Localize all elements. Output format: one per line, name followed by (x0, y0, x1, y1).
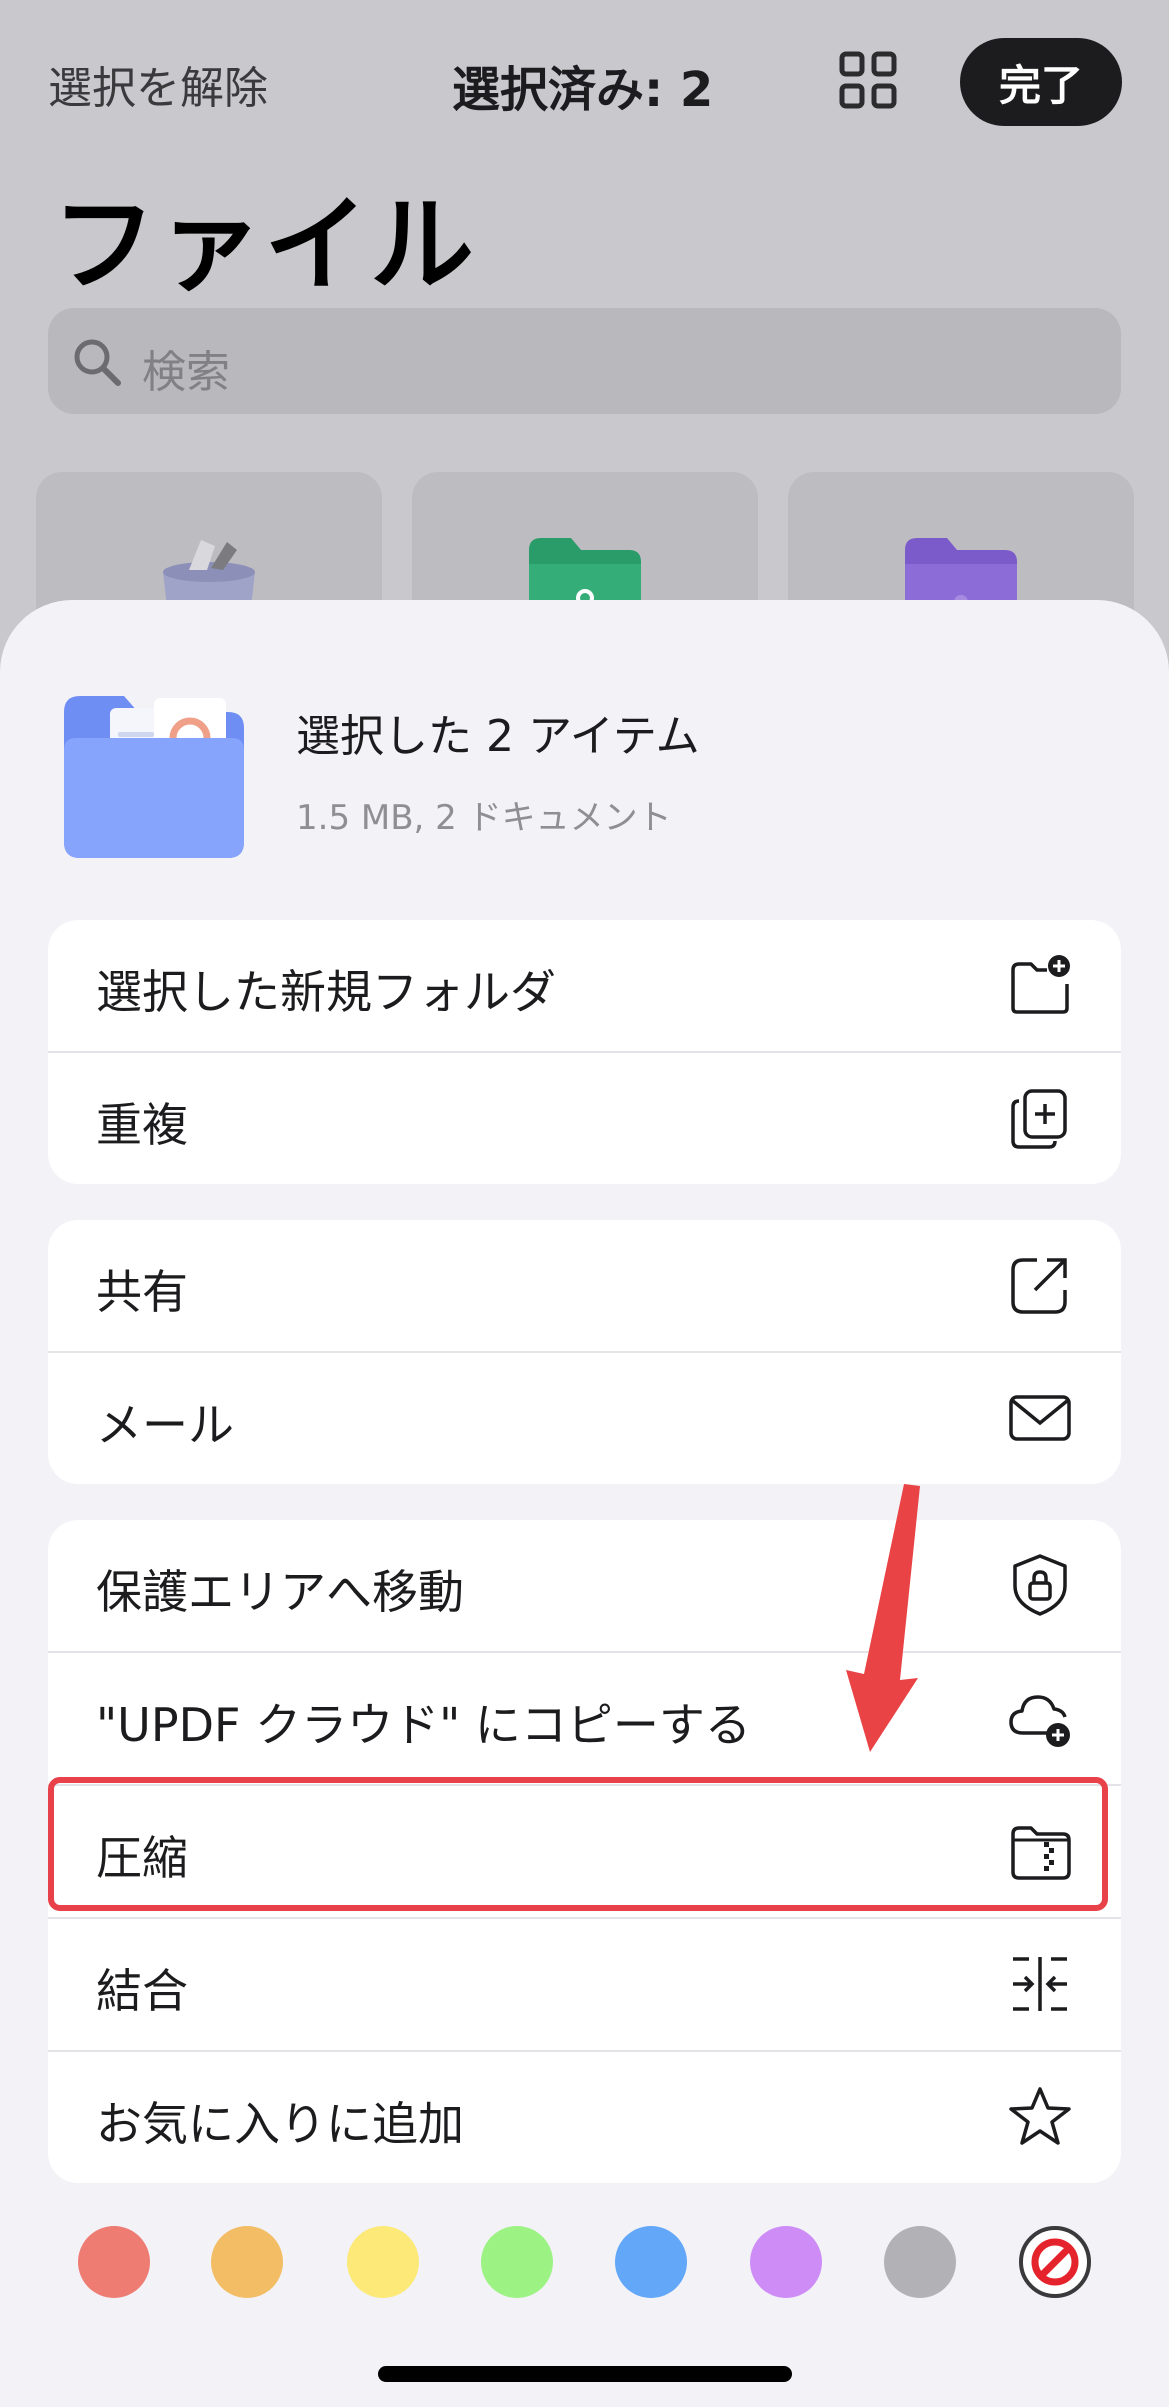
color-tag-orange[interactable] (211, 2226, 283, 2298)
zip-folder-icon (1007, 1818, 1073, 1884)
selection-title: 選択した 2 アイテム (296, 711, 700, 762)
duplicate-icon (1007, 1085, 1073, 1151)
add-to-favorites-item[interactable]: お気に入りに追加 (48, 2052, 1121, 2183)
page-title: ファイル (52, 184, 477, 306)
color-tag-blue[interactable] (615, 2226, 687, 2298)
color-tag-red[interactable] (78, 2226, 150, 2298)
menu-item-label: 選択した新規フォルダ (96, 965, 556, 1019)
mail-item[interactable]: メール (48, 1353, 1121, 1484)
grid-icon[interactable] (838, 50, 898, 110)
color-tag-green[interactable] (481, 2226, 553, 2298)
action-group-3: 保護エリアへ移動 "UPDF クラウド" にコピーする 圧縮 結合 お気に入りに… (48, 1520, 1121, 2183)
mail-icon (1007, 1385, 1073, 1451)
search-bar[interactable]: 検索 (48, 308, 1121, 414)
cloud-plus-icon (1007, 1685, 1073, 1751)
annotation-arrow (820, 1480, 940, 1760)
home-indicator (378, 2366, 792, 2382)
color-tag-gray[interactable] (884, 2226, 956, 2298)
color-tags (0, 2226, 1169, 2306)
search-icon (70, 335, 124, 389)
shield-lock-icon (1007, 1552, 1073, 1618)
color-tag-yellow[interactable] (347, 2226, 419, 2298)
search-placeholder: 検索 (142, 347, 230, 398)
move-to-protected-area-item[interactable]: 保護エリアへ移動 (48, 1520, 1121, 1653)
menu-item-label: 重複 (96, 1098, 188, 1152)
top-bar: 選択を解除 選択済み: 2 完了 (0, 0, 1169, 170)
new-folder-with-selection-item[interactable]: 選択した新規フォルダ (48, 920, 1121, 1053)
copy-to-updf-cloud-item[interactable]: "UPDF クラウド" にコピーする (48, 1653, 1121, 1786)
action-group-1: 選択した新規フォルダ 重複 (48, 920, 1121, 1184)
menu-item-label: 保護エリアへ移動 (96, 1565, 464, 1619)
menu-item-label: お気に入りに追加 (96, 2097, 464, 2151)
menu-item-label: "UPDF クラウド" にコピーする (96, 1698, 751, 1752)
action-sheet: 選択した 2 アイテム 1.5 MB, 2 ドキュメント 選択した新規フォルダ … (0, 600, 1169, 2407)
menu-item-label: 共有 (96, 1265, 188, 1319)
merge-icon (1007, 1951, 1073, 2017)
color-tag-purple[interactable] (750, 2226, 822, 2298)
no-color-icon[interactable] (1019, 2226, 1091, 2298)
selection-subtitle: 1.5 MB, 2 ドキュメント (296, 798, 672, 838)
duplicate-item[interactable]: 重複 (48, 1053, 1121, 1184)
menu-item-label: 結合 (96, 1964, 188, 2018)
action-group-2: 共有 メール (48, 1220, 1121, 1484)
folder-plus-icon (1007, 952, 1073, 1018)
merge-item[interactable]: 結合 (48, 1919, 1121, 2052)
folder-documents-icon (58, 682, 250, 860)
done-button[interactable]: 完了 (960, 38, 1122, 126)
compress-item[interactable]: 圧縮 (48, 1786, 1121, 1919)
share-item[interactable]: 共有 (48, 1220, 1121, 1353)
star-icon (1007, 2084, 1073, 2150)
menu-item-label: 圧縮 (96, 1831, 188, 1885)
share-icon (1007, 1252, 1073, 1318)
menu-item-label: メール (96, 1398, 234, 1452)
selection-count: 選択済み: 2 (452, 62, 714, 118)
deselect-button[interactable]: 選択を解除 (48, 52, 268, 116)
